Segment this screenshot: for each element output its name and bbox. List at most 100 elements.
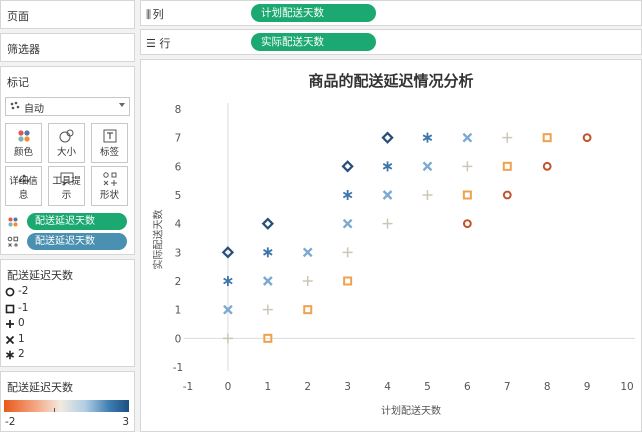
data-point-plus[interactable] [302,276,313,286]
data-point-cross[interactable] [462,132,473,143]
y-tick-label: 6 [175,161,182,173]
data-point-plus[interactable] [502,132,513,143]
detail-button[interactable]: 详细信息 [5,166,42,206]
data-point-square[interactable] [303,305,313,315]
data-point-cross[interactable] [342,218,353,229]
shape-legend-title: 配送延迟天数 [7,269,73,282]
rows-shelf-label: ☰ 行 [146,37,171,50]
shape-icon [7,236,19,247]
plus-icon [6,320,14,328]
x-tick-label: 2 [304,381,311,393]
y-tick-label: 2 [175,276,182,288]
columns-shelf[interactable]: ⫼ 列 计划配送天数 [140,0,642,26]
x-tick-label: 3 [344,381,351,393]
x-tick-label: 5 [424,381,431,393]
data-point-cross[interactable] [382,190,393,200]
asterisk-icon [5,350,15,360]
data-point-circle[interactable] [542,161,552,171]
x-tick-label: 10 [620,381,633,393]
marks-type-value: 自动 [24,104,44,115]
shape-button-label: 形状 [99,190,119,201]
y-tick-label: 1 [175,305,182,317]
columns-pill[interactable]: 计划配送天数 [251,4,376,22]
legend-item-label: 1 [18,333,25,345]
color-legend-zero-tick [54,408,55,412]
filters-panel[interactable]: 筛选器 [0,33,135,62]
size-button-label: 大小 [56,147,76,158]
data-point-plus[interactable] [422,190,433,200]
auto-marks-icon [10,101,20,110]
chevron-down-icon [119,103,125,107]
tooltip-button[interactable]: 工具提示 [48,166,85,206]
data-point-asterisk[interactable] [263,247,273,258]
data-point-asterisk[interactable] [223,276,233,286]
marks-type-dropdown[interactable]: 自动 [5,97,130,116]
color-button-label: 颜色 [13,147,33,158]
data-point-circle[interactable] [582,133,592,143]
legend-item-label: 0 [18,317,25,329]
pages-panel: 页面 [0,0,135,29]
label-icon [103,129,117,143]
rows-shelf[interactable]: ☰ 行 实际配送天数 [140,29,642,55]
data-point-asterisk[interactable] [342,190,353,200]
data-point-square[interactable] [462,190,472,200]
shape-field-pill[interactable]: 配送延迟天数 [27,233,127,250]
x-tick-label: 8 [544,381,551,393]
shape-button[interactable]: 形状 [91,166,128,206]
x-tick-label: 1 [264,381,271,393]
color-dots-icon [18,130,30,142]
data-point-plus[interactable] [262,304,273,315]
data-point-plus[interactable] [222,333,233,344]
color-legend-title: 配送延迟天数 [7,381,73,394]
data-point-circle[interactable] [502,190,512,200]
y-tick-label: 0 [175,333,182,345]
x-tick-label: 7 [504,381,511,393]
square-icon [5,304,15,314]
filters-title: 筛选器 [7,43,40,56]
data-point-plus[interactable] [342,247,353,258]
data-point-plus[interactable] [462,161,473,172]
x-tick-label: 6 [464,381,471,393]
data-point-cross[interactable] [302,247,313,258]
legend-item-label: -2 [18,285,29,297]
scatter-plot[interactable]: -1 0 1 2 3 4 5 6 7 8 -1 0 1 2 3 4 5 6 7 8 9 10 [140,59,642,432]
label-button[interactable]: 标签 [91,123,128,163]
label-button-label: 标签 [99,147,119,158]
shape-icon [103,172,117,186]
data-point-square[interactable] [502,161,512,171]
color-legend-max: 3 [122,416,129,428]
tooltip-button-label: 工具提示 [52,176,81,201]
data-point-circle[interactable] [462,219,472,229]
x-tick-label: 9 [584,381,591,393]
data-point-diamond[interactable] [341,160,354,173]
data-point-square[interactable] [343,276,353,286]
data-point-cross[interactable] [262,276,273,286]
detail-button-label: 详细信息 [9,176,38,201]
color-field-pill[interactable]: 配送延迟天数 [27,213,127,230]
color-legend-min: -2 [5,416,16,428]
color-field-row[interactable]: 配送延迟天数 [5,213,130,230]
data-point-plus[interactable] [382,218,393,229]
y-tick-label: -1 [173,362,183,374]
marks-panel: 标记 自动 颜色 大小 标签 详细信息 工具提示 形状 配送延迟天数 配送延迟天… [0,66,135,255]
color-button[interactable]: 颜色 [5,123,42,163]
data-point-diamond[interactable] [381,131,394,144]
data-point-asterisk[interactable] [382,161,393,172]
rows-pill[interactable]: 实际配送天数 [251,33,376,51]
y-tick-label: 4 [175,219,182,231]
data-point-cross[interactable] [422,161,433,172]
data-point-asterisk[interactable] [422,132,433,143]
circle-icon [5,287,15,297]
x-tick-label: 0 [225,381,232,393]
y-tick-label: 8 [175,104,182,116]
cross-icon [5,335,15,345]
rows-icon: ☰ [146,37,160,50]
color-dots-icon [8,217,18,227]
data-point-square[interactable] [542,133,552,143]
shape-field-row[interactable]: 配送延迟天数 [5,233,130,250]
data-point-diamond[interactable] [261,217,274,230]
pages-title: 页面 [7,10,29,23]
size-button[interactable]: 大小 [48,123,85,163]
y-tick-label: 3 [175,247,182,259]
y-tick-label: 7 [175,133,182,145]
